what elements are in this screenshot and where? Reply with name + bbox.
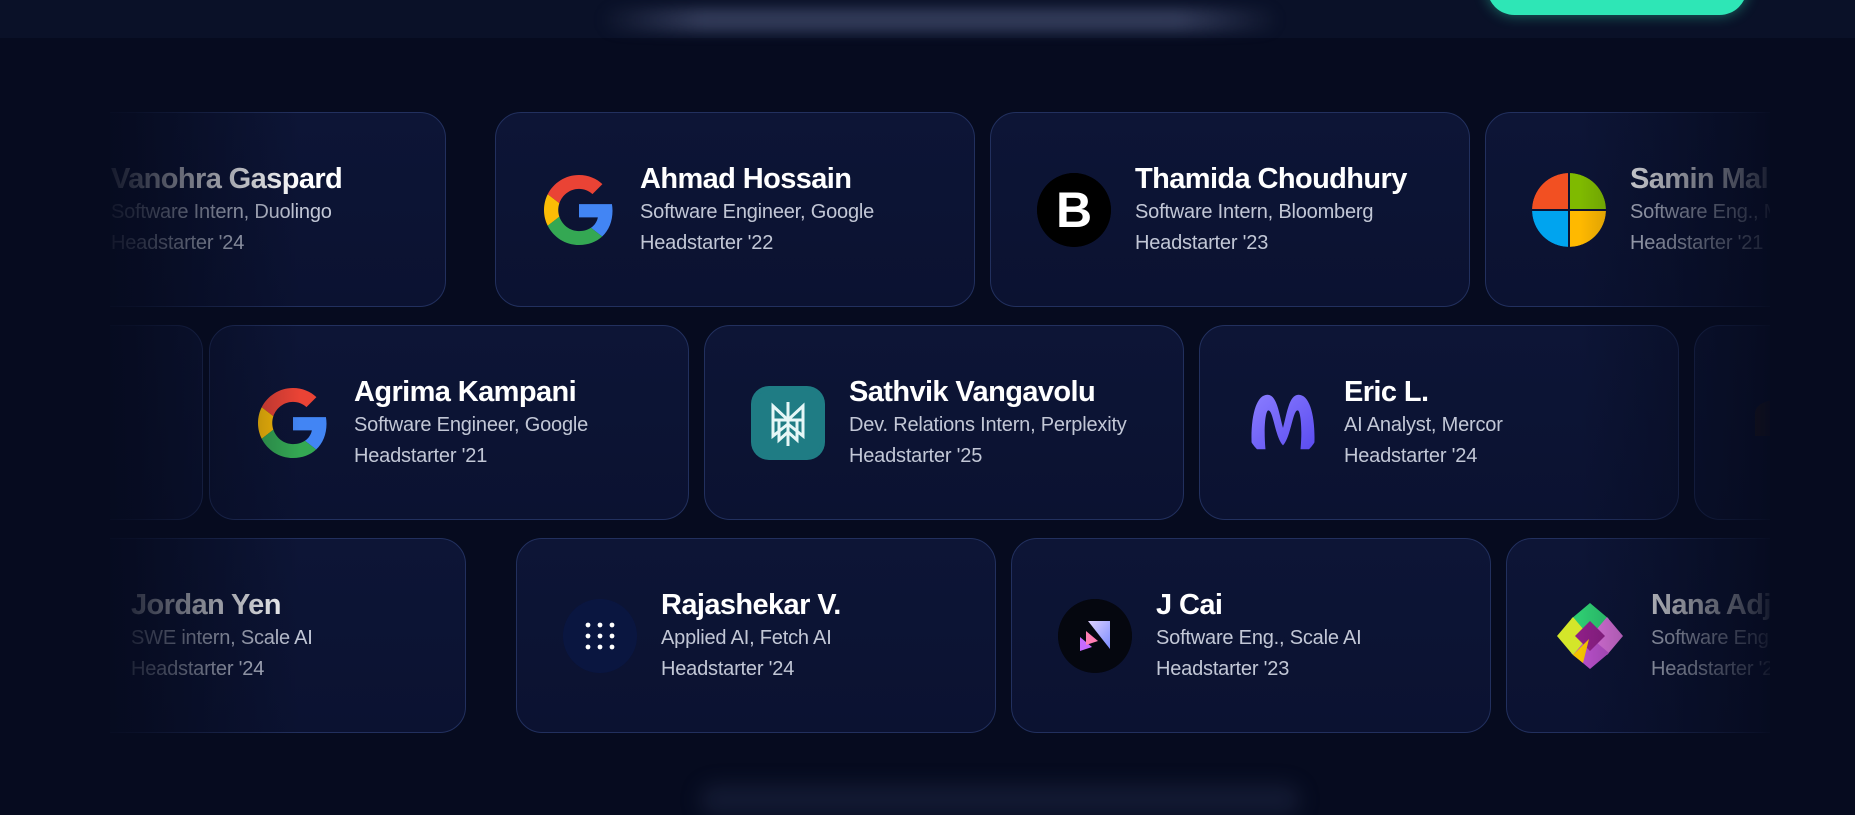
alumni-name: Sathvik Vangavolu [849,375,1096,408]
google-logo-icon [256,386,330,460]
alumni-card[interactable]: Agrima Kampani Software Engineer, Google… [209,325,689,520]
alumni-card[interactable] [1694,325,1770,520]
google-logo-icon [542,173,616,247]
alumni-cohort: Headstarter '24 [111,231,245,254]
alumni-card[interactable]: Vanohra Gaspard Software Intern, Duoling… [110,112,446,307]
hat-logo-icon [1741,386,1770,460]
cta-button[interactable] [1487,0,1747,15]
mercor-logo-icon [1246,386,1320,460]
alumni-name: Samin Mali [1630,162,1770,195]
alumni-role: SWE intern, Scale AI [131,626,313,649]
alumni-role: Applied AI, Fetch AI [661,626,832,649]
alumni-cohort: Headstarter '21 [1630,231,1764,254]
alumni-name: Ahmad Hossain [640,162,852,195]
bottom-blurred-element [700,785,1300,815]
alumni-cohort: Headstarter '24 [1344,444,1478,467]
alumni-role: AI Analyst, Mercor [1344,413,1503,436]
alumni-role: Software Eng., Scale AI [1156,626,1362,649]
alumni-cohort: Headstarter '22 [640,231,774,254]
alumni-card[interactable]: Samin Mali Software Eng., M Headstarter … [1485,112,1770,307]
alumni-role: Software Intern, Duolingo [111,200,332,223]
alumni-card[interactable]: B Thamida Choudhury Software Intern, Blo… [990,112,1470,307]
alumni-name: Thamida Choudhury [1135,162,1407,195]
alumni-card[interactable]: Jordan Yen SWE intern, Scale AI Headstar… [110,538,466,733]
alumni-card[interactable]: Rajashekar V. Applied AI, Fetch AI Heads… [516,538,996,733]
colorful-diamond-logo-icon [1553,599,1627,673]
alumni-card[interactable]: Nana Adj Software Eng Headstarter '2 [1506,538,1770,733]
fetch-ai-logo-icon [563,598,637,673]
alumni-role: Dev. Relations Intern, Perplexity [849,413,1127,436]
alumni-role: Software Intern, Bloomberg [1135,200,1374,223]
alumni-role: Software Engineer, Google [640,200,875,223]
alumni-name: J Cai [1156,588,1223,621]
alumni-cohort: Headstarter '23 [1135,231,1269,254]
alumni-role: Software Eng [1651,626,1769,649]
alumni-cohort: Headstarter '24 [661,657,795,680]
svg-text:B: B [1056,182,1092,238]
alumni-cohort: Headstarter '24 [131,657,265,680]
alumni-name: Agrima Kampani [354,375,577,408]
alumni-name: Eric L. [1344,375,1429,408]
microsoft-logo-icon [1532,172,1606,247]
alumni-card[interactable] [110,325,203,520]
alumni-role: Software Eng., M [1630,200,1770,223]
alumni-name: Vanohra Gaspard [111,162,343,195]
alumni-card[interactable]: Eric L. AI Analyst, Mercor Headstarter '… [1199,325,1679,520]
alumni-name: Rajashekar V. [661,588,841,621]
alumni-name: Jordan Yen [131,588,281,621]
bloomberg-logo-icon: B [1037,172,1111,247]
perplexity-logo-icon [751,385,825,460]
alumni-card[interactable]: Sathvik Vangavolu Dev. Relations Intern,… [704,325,1184,520]
alumni-cohort: Headstarter '21 [354,444,488,467]
alumni-cohort: Headstarter '25 [849,444,983,467]
alumni-cohort: Headstarter '23 [1156,657,1290,680]
alumni-role: Software Engineer, Google [354,413,589,436]
testimonial-marquee: Vanohra Gaspard Software Intern, Duoling… [110,100,1770,750]
scale-ai-logo-icon [1058,598,1132,673]
alumni-card[interactable]: J Cai Software Eng., Scale AI Headstarte… [1011,538,1491,733]
alumni-name: Nana Adj [1651,588,1770,621]
blurred-heading [600,8,1280,32]
alumni-card[interactable]: Ahmad Hossain Software Engineer, Google … [495,112,975,307]
alumni-cohort: Headstarter '2 [1651,657,1770,680]
